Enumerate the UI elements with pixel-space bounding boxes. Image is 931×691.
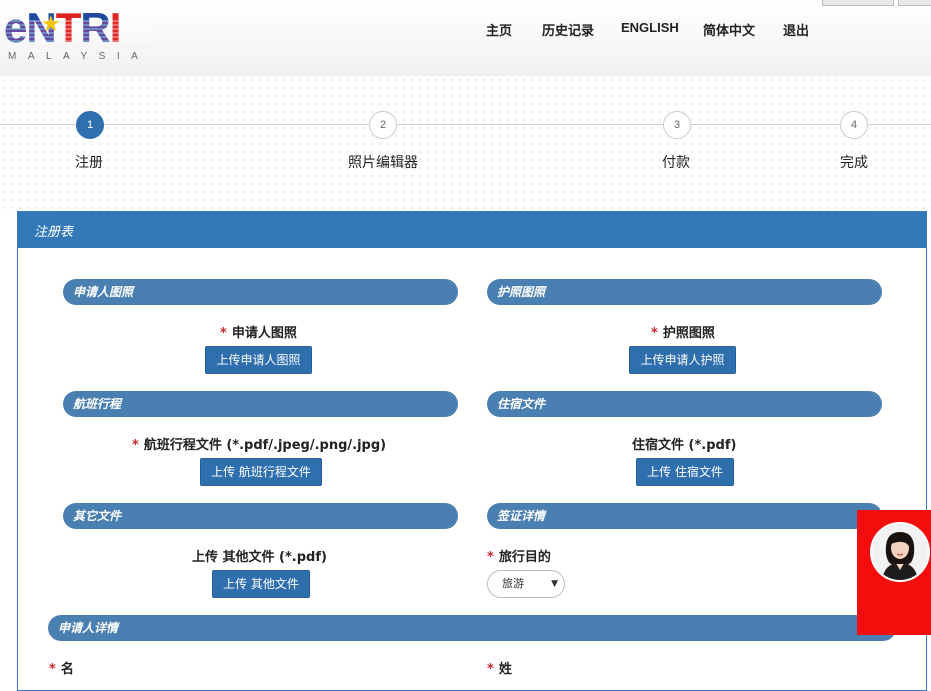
nav-simplified-chinese[interactable]: 简体中文 [703, 20, 755, 39]
step-4-circle: 4 [840, 111, 868, 139]
top-tab[interactable] [898, 0, 931, 6]
travel-purpose-value: 旅游 [502, 577, 524, 590]
section-applicant-details: 申请人详情 [48, 615, 896, 641]
caret-down-icon: ▼ [551, 579, 558, 589]
applicant-photo-label: * 申请人图照 [220, 326, 297, 341]
step-2-label: 照片编辑器 [348, 155, 418, 171]
step-2-circle: 2 [369, 111, 397, 139]
section-visa-details: 签证详情 [487, 503, 882, 529]
section-other-documents: 其它文件 [63, 503, 458, 529]
other-documents-label: 上传 其他文件 (*.pdf) [192, 550, 327, 565]
accommodation-label: 住宿文件 (*.pdf) [632, 438, 737, 453]
section-passport-photo: 护照图照 [487, 279, 882, 305]
upload-other-documents-button[interactable]: 上传 其他文件 [212, 570, 310, 598]
travel-purpose-label: * 旅行目的 [487, 550, 551, 565]
flight-itinerary-label: * 航班行程文件 (*.pdf/.jpeg/.png/.jpg) [132, 438, 387, 453]
section-accommodation: 住宿文件 [487, 391, 882, 417]
nav-home[interactable]: 主页 [486, 20, 512, 39]
upload-accommodation-button[interactable]: 上传 住宿文件 [636, 458, 734, 486]
travel-purpose-select[interactable]: 旅游 ▼ [487, 570, 565, 598]
agent-portrait-icon [872, 524, 928, 580]
live-chat-widget[interactable] [857, 510, 931, 635]
step-3-circle: 3 [663, 111, 691, 139]
section-flight-itinerary: 航班行程 [63, 391, 458, 417]
star-icon: ★ [41, 12, 61, 37]
registration-form-panel: 注册表 申请人图照 护照图照 * 申请人图照 上传申请人图照 * 护照图照 上传申请… [17, 211, 927, 691]
logo-flag-stripes [6, 20, 154, 42]
step-1-label: 注册 [75, 155, 103, 171]
agent-avatar[interactable] [870, 522, 930, 582]
panel-header: 注册表 [18, 212, 926, 248]
progress-line [0, 124, 931, 125]
step-3-label: 付款 [662, 155, 690, 171]
header: eNTRI ★ MALAYSIA 主页 历史记录 ENGLISH 简体中文 退出 [0, 0, 931, 76]
passport-photo-label: * 护照图照 [651, 326, 715, 341]
surname-label: * 姓 [487, 662, 512, 677]
section-applicant-photo: 申请人图照 [63, 279, 458, 305]
logo-tagline: MALAYSIA [8, 51, 150, 62]
nav-history[interactable]: 历史记录 [542, 20, 594, 39]
panel-title: 注册表 [34, 225, 74, 240]
top-tab[interactable] [822, 0, 894, 6]
given-name-label: * 名 [49, 662, 74, 677]
upload-applicant-photo-button[interactable]: 上传申请人图照 [205, 346, 312, 374]
upload-flight-itinerary-button[interactable]: 上传 航班行程文件 [200, 458, 322, 486]
entri-logo[interactable]: eNTRI ★ MALAYSIA [4, 4, 164, 64]
nav-english[interactable]: ENGLISH [621, 20, 679, 35]
step-4-label: 完成 [840, 155, 868, 171]
step-1-circle: 1 [76, 111, 104, 139]
upload-passport-button[interactable]: 上传申请人护照 [629, 346, 736, 374]
nav-logout[interactable]: 退出 [783, 20, 809, 39]
